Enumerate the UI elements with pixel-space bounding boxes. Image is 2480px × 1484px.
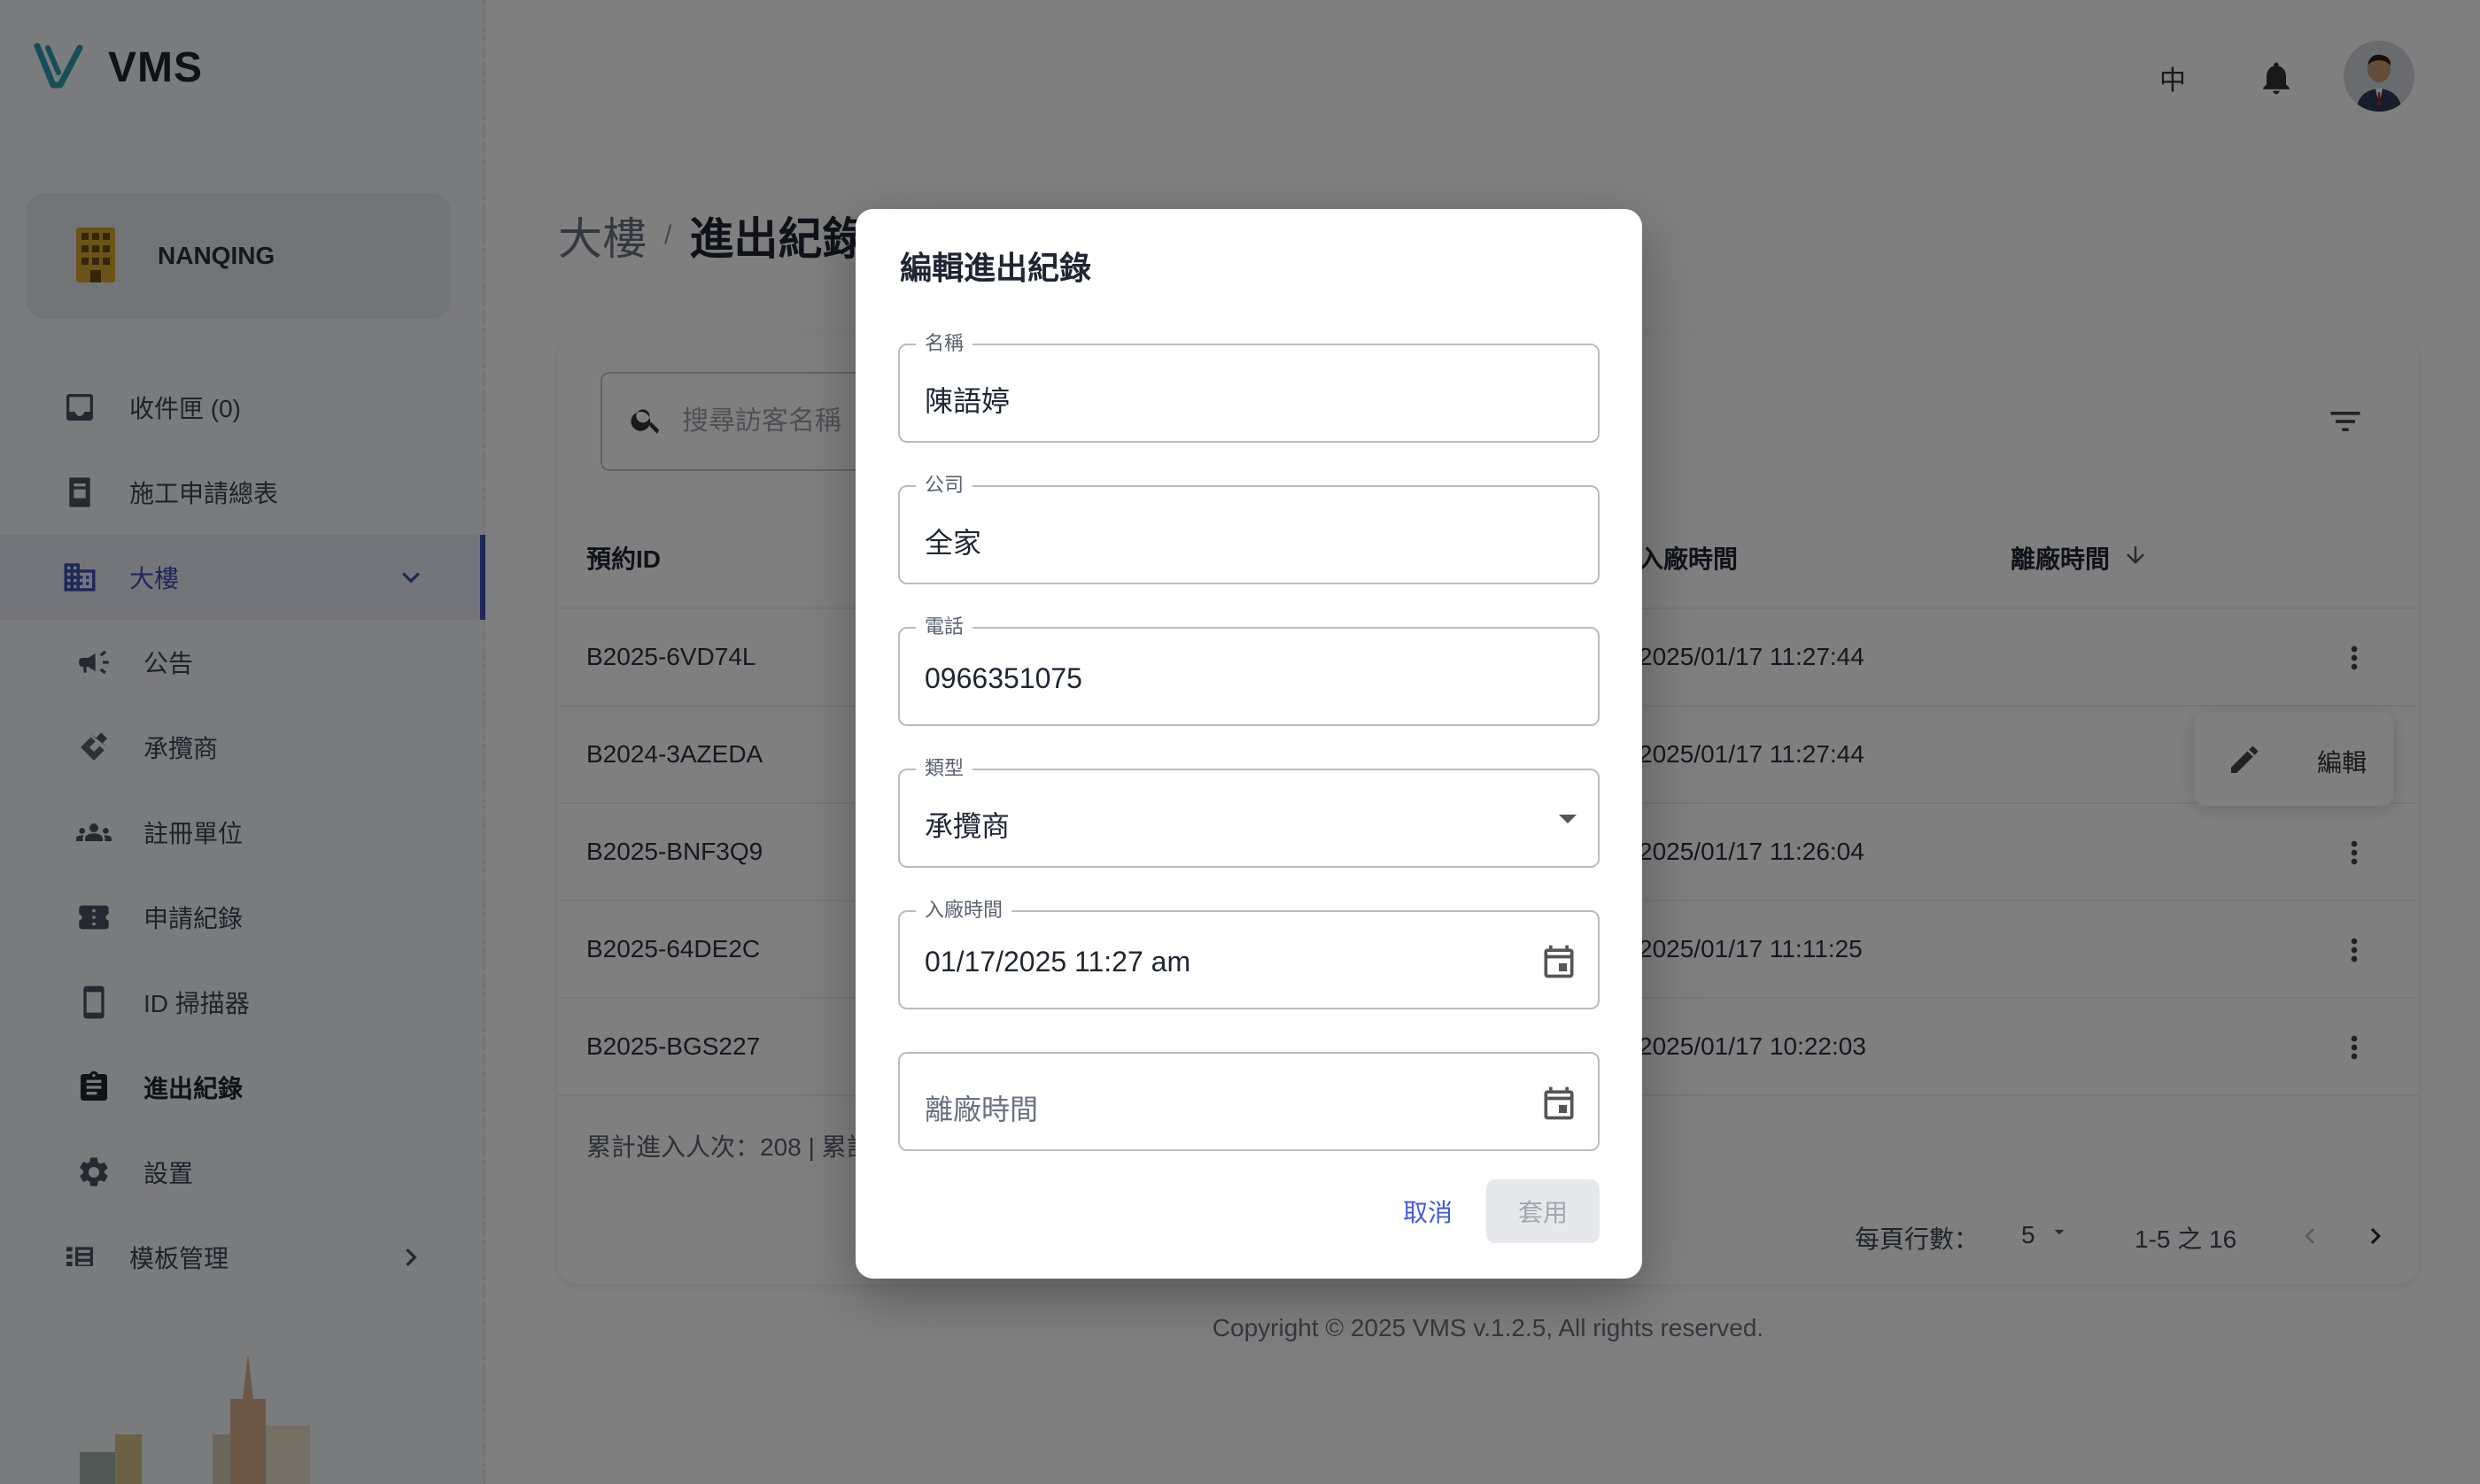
type-select[interactable]: 類型 承攬商: [898, 757, 1600, 868]
name-field-value: 陳語婷: [925, 385, 1011, 417]
entry-time-field[interactable]: 入廠時間 01/17/2025 11:27 am: [898, 899, 1600, 1009]
name-field[interactable]: 名稱 陳語婷: [898, 332, 1600, 443]
calendar-icon[interactable]: [1539, 1084, 1578, 1127]
dialog-title: 編輯進出紀錄: [900, 250, 1092, 286]
exit-time-placeholder: 離廠時間: [925, 1094, 1039, 1125]
name-field-label: 名稱: [916, 332, 973, 355]
type-field-value: 承攬商: [925, 810, 1011, 842]
calendar-icon[interactable]: [1539, 942, 1578, 985]
entry-time-field-value: 01/17/2025 11:27 am: [925, 946, 1191, 978]
company-field-value: 全家: [925, 527, 982, 559]
company-field-label: 公司: [916, 474, 973, 497]
exit-time-field[interactable]: 離廠時間: [898, 1052, 1600, 1151]
type-field-label: 類型: [916, 757, 973, 780]
phone-field-label: 電話: [916, 615, 973, 638]
entry-time-field-label: 入廠時間: [916, 899, 1012, 922]
edit-record-dialog: 編輯進出紀錄 名稱 陳語婷 公司 全家 電話 0966351075 類型 承攬商…: [856, 209, 1642, 1279]
dropdown-arrow-icon: [1559, 815, 1577, 823]
phone-field-value: 0966351075: [925, 662, 1082, 694]
cancel-button[interactable]: 取消: [1375, 1179, 1481, 1243]
company-field[interactable]: 公司 全家: [898, 474, 1600, 584]
phone-field[interactable]: 電話 0966351075: [898, 615, 1600, 726]
apply-button[interactable]: 套用: [1486, 1179, 1600, 1243]
